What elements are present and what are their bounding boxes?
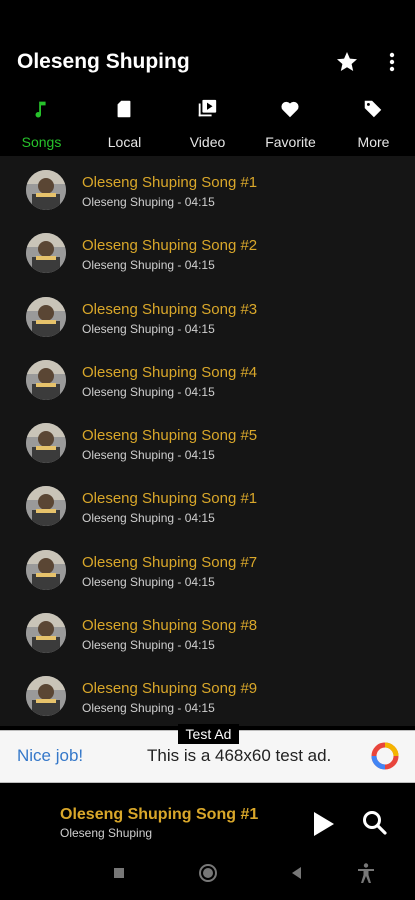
song-title: Oleseng Shuping Song #1 [82, 174, 258, 191]
song-list-item[interactable]: Oleseng Shuping Song #7 Oleseng Shuping … [0, 536, 415, 599]
song-list-item[interactable]: Oleseng Shuping Song #3 Oleseng Shuping … [0, 283, 415, 346]
tab-songs[interactable]: Songs [0, 92, 83, 156]
song-list-item[interactable]: Oleseng Shuping Song #5 Oleseng Shuping … [0, 409, 415, 472]
player-song-title: Oleseng Shuping Song #1 [60, 806, 259, 823]
song-title: Oleseng Shuping Song #7 [82, 553, 258, 571]
song-subtitle: Oleseng Shuping - 04:15 [82, 321, 215, 336]
song-subtitle: Oleseng Shuping - 04:15 [82, 574, 215, 589]
sd-card-icon [117, 100, 131, 118]
tab-favorite[interactable]: Favorite [249, 92, 332, 156]
ad-nice-text: Nice job! [17, 746, 84, 765]
player-thumbnail [6, 830, 54, 840]
artist-avatar [26, 296, 66, 337]
artist-avatar [26, 233, 66, 274]
tag-icon [364, 100, 382, 118]
tab-local-label: Local [107, 134, 142, 150]
song-list-item[interactable]: Oleseng Shuping Song #8 Oleseng Shuping … [0, 599, 415, 662]
heart-icon [281, 101, 299, 118]
song-list: Oleseng Shuping Song #1 Oleseng Shuping … [0, 156, 415, 726]
tab-songs-label: Songs [21, 134, 62, 150]
star-icon[interactable] [335, 50, 359, 74]
song-subtitle: Oleseng Shuping - 04:15 [82, 258, 215, 273]
accessibility-icon[interactable] [355, 862, 377, 884]
song-subtitle: Oleseng Shuping - 04:15 [82, 195, 215, 209]
song-title: Oleseng Shuping Song #3 [82, 300, 258, 318]
mini-player[interactable]: Oleseng Shuping Song #1 Oleseng Shuping [0, 790, 415, 848]
artist-avatar [26, 486, 66, 527]
back-icon[interactable] [286, 862, 308, 884]
artist-avatar [26, 423, 66, 464]
song-subtitle: Oleseng Shuping - 04:15 [82, 638, 215, 653]
tab-more-label: More [357, 134, 390, 150]
home-icon[interactable] [197, 862, 219, 884]
song-list-item[interactable]: Oleseng Shuping Song #1 Oleseng Shuping … [0, 156, 415, 219]
song-subtitle: Oleseng Shuping - 04:15 [82, 701, 215, 716]
artist-avatar [26, 676, 66, 717]
ad-logo-icon [371, 742, 399, 770]
tab-video-label: Video [189, 134, 226, 150]
player-artist: Oleseng Shuping [60, 826, 153, 840]
app-title: Oleseng Shuping [17, 50, 190, 73]
song-list-item[interactable]: Oleseng Shuping Song #1 Oleseng Shuping … [0, 472, 415, 535]
artist-avatar [26, 170, 66, 210]
artist-avatar [26, 549, 66, 590]
tab-bar: Songs Local Video Favorite More [0, 92, 415, 156]
song-title: Oleseng Shuping Song #1 [82, 490, 258, 508]
song-subtitle: Oleseng Shuping - 04:15 [82, 384, 215, 399]
app-bar: Oleseng Shuping [0, 0, 415, 92]
song-title: Oleseng Shuping Song #5 [82, 427, 258, 445]
more-options-icon[interactable] [380, 50, 404, 74]
tab-video[interactable]: Video [166, 92, 249, 156]
song-title: Oleseng Shuping Song #4 [82, 363, 258, 381]
tab-local[interactable]: Local [83, 92, 166, 156]
play-icon[interactable] [310, 810, 336, 838]
music-note-icon [35, 101, 46, 118]
artist-avatar [26, 613, 66, 654]
system-nav-bar [0, 848, 415, 900]
song-list-item[interactable]: Oleseng Shuping Song #9 Oleseng Shuping … [0, 662, 415, 725]
song-list-item[interactable]: Oleseng Shuping Song #4 Oleseng Shuping … [0, 346, 415, 409]
song-title: Oleseng Shuping Song #2 [82, 237, 258, 255]
song-subtitle: Oleseng Shuping - 04:15 [82, 448, 215, 463]
tab-more[interactable]: More [332, 92, 415, 156]
ad-text: This is a 468x60 test ad. [147, 746, 332, 765]
ad-label: Test Ad [178, 724, 239, 744]
song-list-item[interactable]: Oleseng Shuping Song #2 Oleseng Shuping … [0, 219, 415, 282]
song-title: Oleseng Shuping Song #8 [82, 617, 258, 635]
song-subtitle: Oleseng Shuping - 04:15 [82, 511, 215, 526]
recents-icon[interactable] [108, 862, 130, 884]
video-library-icon [198, 99, 217, 117]
song-title: Oleseng Shuping Song #9 [82, 680, 258, 698]
search-icon[interactable] [362, 810, 388, 836]
artist-avatar [26, 359, 66, 400]
tab-favorite-label: Favorite [265, 134, 316, 150]
